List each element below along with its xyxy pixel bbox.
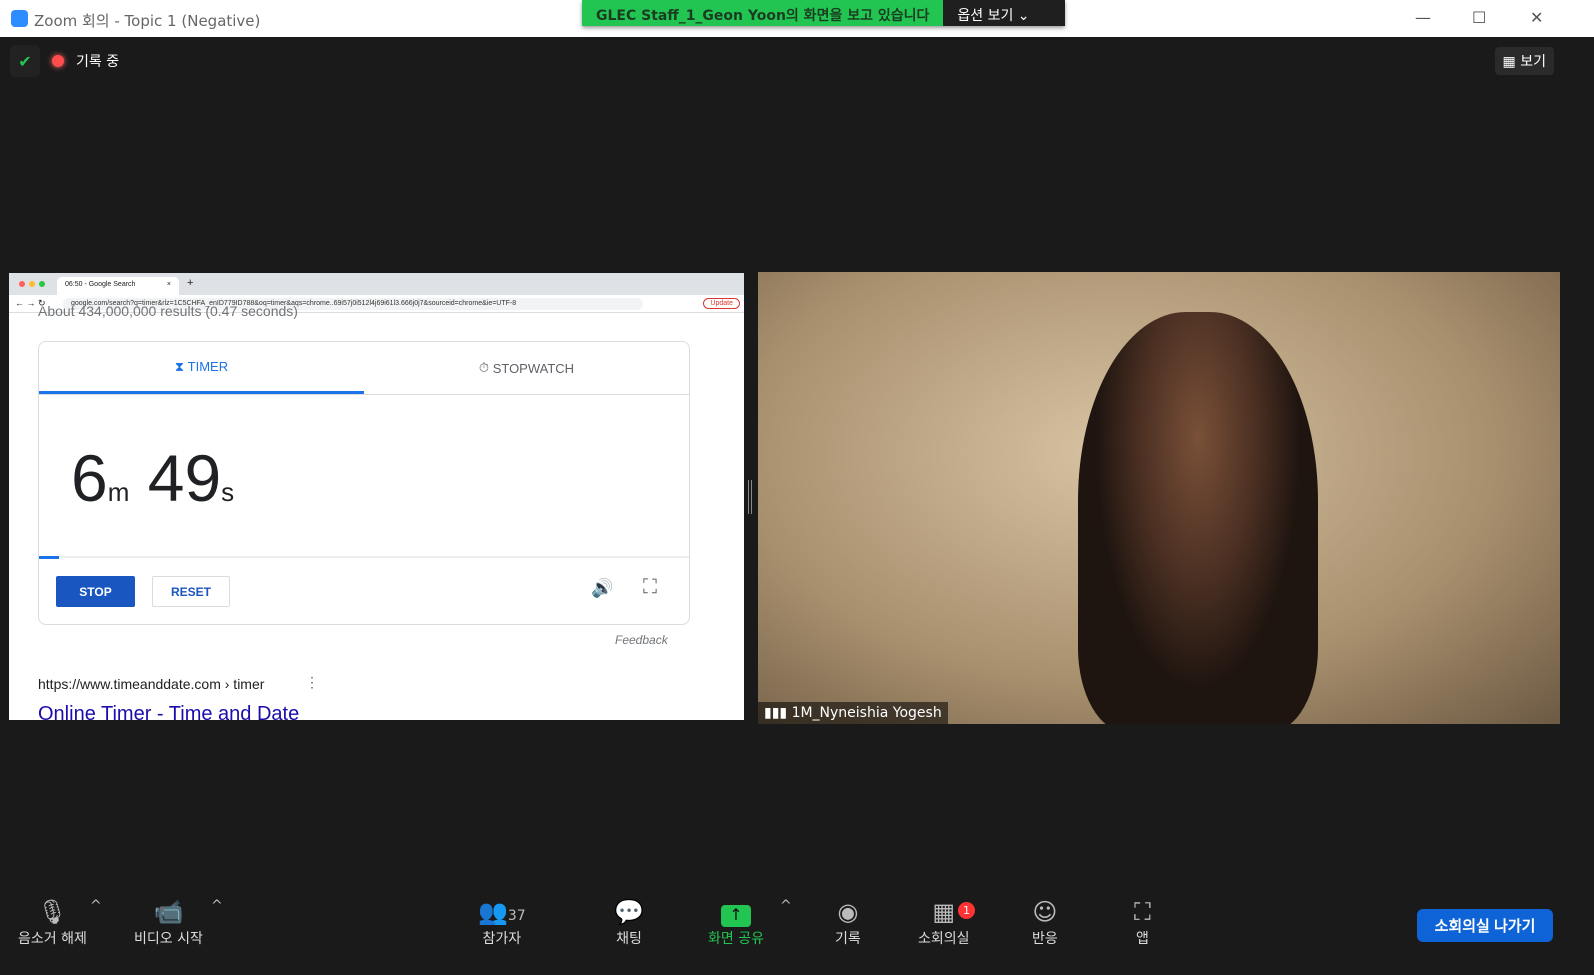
stopwatch-icon: ⏱ xyxy=(478,360,493,375)
more-icon[interactable]: ⋮ xyxy=(305,674,319,691)
participants-label: 참가자 xyxy=(482,931,522,947)
apps-button[interactable]: ⛶ 앱 xyxy=(1134,898,1151,948)
share-screen-icon: ↑ xyxy=(708,898,764,928)
maximize-button[interactable]: ☐ xyxy=(1472,8,1486,27)
share-banner: GLEC Staff_1_Geon Yoon의 화면을 보고 있습니다 옵션 보… xyxy=(582,0,1066,26)
view-button[interactable]: ▦ 보기 xyxy=(1494,47,1554,75)
security-shield-icon[interactable]: ✔ xyxy=(10,45,40,77)
timer-progress xyxy=(39,556,689,559)
breakout-label: 소회의실 xyxy=(918,931,970,947)
participant-name: 1M_Nyneishia Yogesh xyxy=(791,705,942,721)
participants-icon: 👥37 xyxy=(478,898,526,926)
results-count: About 434,000,000 results (0.47 seconds) xyxy=(38,303,298,319)
timer-display: 6m 49s xyxy=(71,441,235,515)
participants-count: 37 xyxy=(507,908,526,924)
video-off-icon: 📹 xyxy=(153,898,184,926)
view-label: 보기 xyxy=(1520,54,1546,70)
result-url[interactable]: https://www.timeanddate.com › timer xyxy=(38,676,264,692)
zoom-logo-icon xyxy=(11,10,28,27)
stop-button[interactable]: STOP xyxy=(56,576,135,607)
participant-image xyxy=(1078,312,1318,724)
participants-button[interactable]: 👥37 참가자 xyxy=(478,898,526,948)
result-title-link[interactable]: Online Timer - Time and Date xyxy=(38,703,299,720)
reactions-button[interactable]: ☺ 반응 xyxy=(1032,898,1058,948)
shared-screen: 06:50 - Google Search × + ← → ↻ google.c… xyxy=(9,273,744,720)
record-button[interactable]: ◉ 기록 xyxy=(835,898,861,948)
breakout-badge: 1 xyxy=(958,902,975,919)
tab-timer[interactable]: ⧗ TIMER xyxy=(39,342,364,394)
close-button[interactable]: ✕ xyxy=(1530,8,1543,27)
start-video-label: 비디오 시작 xyxy=(134,931,203,947)
participant-name-tag: ▮▮▮ 1M_Nyneishia Yogesh xyxy=(758,702,948,724)
tab-stopwatch-label: STOPWATCH xyxy=(492,360,575,376)
share-screen-button[interactable]: ↑ 화면 공유 xyxy=(708,898,764,948)
volume-icon[interactable]: 🔊 xyxy=(591,578,613,599)
reset-button[interactable]: RESET xyxy=(152,576,230,607)
minimize-button[interactable]: — xyxy=(1415,8,1431,27)
breakout-rooms-button[interactable]: ▦ 1 소회의실 xyxy=(918,898,975,948)
unmute-label: 음소거 해제 xyxy=(18,931,87,947)
recording-icon xyxy=(52,55,64,67)
tab-timer-label: TIMER xyxy=(187,359,229,374)
reactions-label: 반응 xyxy=(1032,931,1058,947)
chat-button[interactable]: 💬 채팅 xyxy=(614,898,644,948)
update-button[interactable]: Update xyxy=(703,298,740,309)
start-video-button[interactable]: 📹 비디오 시작 xyxy=(134,898,203,948)
participant-video: ▮▮▮ 1M_Nyneishia Yogesh xyxy=(758,272,1560,724)
apps-icon: ⛶ xyxy=(1134,898,1151,926)
reactions-icon: ☺ xyxy=(1032,898,1058,926)
view-options-button[interactable]: 옵션 보기 ⌄ xyxy=(943,0,1066,26)
leave-breakout-room-button[interactable]: 소회의실 나가기 xyxy=(1417,909,1553,942)
signal-icon: ▮▮▮ xyxy=(764,705,792,721)
browser-tab[interactable]: 06:50 - Google Search × xyxy=(57,277,179,295)
fullscreen-icon[interactable]: ⛶ xyxy=(643,576,657,599)
share-label: 화면 공유 xyxy=(708,931,764,947)
chat-label: 채팅 xyxy=(616,931,642,947)
meeting-toolbar: 🎙 음소거 해제 ^ 📹 비디오 시작 ^ 👥37 참가자 💬 채팅 ↑ 화면 공유 ^ … xyxy=(0,890,1594,960)
tab-title: 06:50 - Google Search xyxy=(65,281,136,288)
hourglass-icon: ⧗ xyxy=(174,358,188,374)
apps-label: 앱 xyxy=(1135,931,1149,947)
window-title: Zoom 회의 - Topic 1 (Negative) xyxy=(34,12,261,30)
feedback-link[interactable]: Feedback xyxy=(615,633,668,647)
record-icon: ◉ xyxy=(837,898,859,926)
video-options-caret[interactable]: ^ xyxy=(211,898,223,914)
tab-stopwatch[interactable]: ⏱ STOPWATCH xyxy=(364,342,689,394)
sharing-text: GLEC Staff_1_Geon Yoon의 화면을 보고 있습니다 xyxy=(582,0,944,26)
timer-widget: ⧗ TIMER ⏱ STOPWATCH 6m 49s STOP RESET 🔊 … xyxy=(38,341,690,625)
audio-options-caret[interactable]: ^ xyxy=(90,898,102,914)
muted-mic-icon: 🎙 xyxy=(37,898,68,926)
chat-icon: 💬 xyxy=(614,898,644,926)
recording-label: 기록 중 xyxy=(76,54,120,70)
record-label: 기록 xyxy=(835,931,861,947)
share-options-caret[interactable]: ^ xyxy=(780,898,792,914)
unmute-button[interactable]: 🎙 음소거 해제 xyxy=(18,898,87,948)
split-handle[interactable] xyxy=(748,480,752,514)
